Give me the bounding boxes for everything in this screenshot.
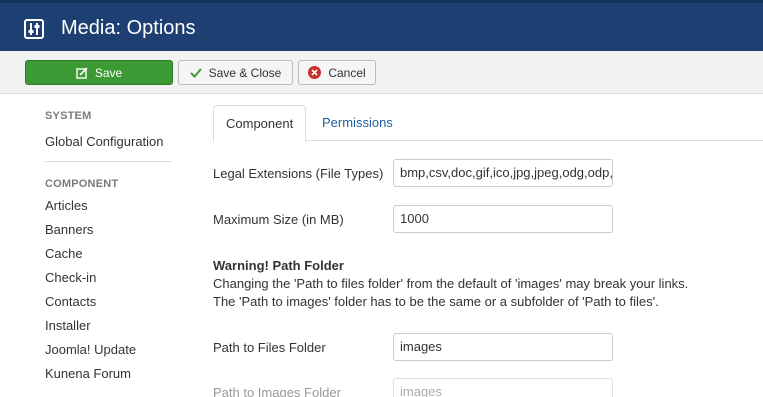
sidebar-item-banners[interactable]: Banners <box>45 218 175 242</box>
path-warning-title: Warning! Path Folder <box>213 258 344 273</box>
sidebar-item-kunena-forum[interactable]: Kunena Forum <box>45 362 175 386</box>
sidebar-heading-system: SYSTEM <box>45 110 92 122</box>
sidebar-item-joomla-update[interactable]: Joomla! Update <box>45 338 175 362</box>
sidebar-item-contacts[interactable]: Contacts <box>45 290 175 314</box>
path-to-files-label: Path to Files Folder <box>213 340 326 355</box>
path-to-images-label: Path to Images Folder <box>213 385 341 397</box>
sidebar-heading-component: COMPONENT <box>45 178 119 190</box>
cancel-button-label: Cancel <box>328 65 366 80</box>
app-header: Media: Options <box>0 0 763 51</box>
legal-extensions-label: Legal Extensions (File Types) <box>213 166 384 181</box>
settings-sliders-icon <box>24 19 44 39</box>
sidebar-item-articles[interactable]: Articles <box>45 194 175 218</box>
save-button[interactable]: Save <box>25 60 173 85</box>
sidebar-item-installer[interactable]: Installer <box>45 314 175 338</box>
toolbar: Save Save & Close Cancel <box>0 51 763 94</box>
edit-icon <box>76 66 88 79</box>
maximum-size-label: Maximum Size (in MB) <box>213 212 344 227</box>
cancel-icon <box>308 66 322 79</box>
path-warning-line-2: The 'Path to images' folder has to be th… <box>213 294 659 309</box>
save-button-label: Save <box>94 65 123 80</box>
sidebar-item-global-configuration[interactable]: Global Configuration <box>45 130 175 154</box>
cancel-button[interactable]: Cancel <box>298 60 376 85</box>
legal-extensions-input[interactable]: bmp,csv,doc,gif,ico,jpg,jpeg,odg,odp,ods… <box>393 159 613 187</box>
page-title: Media: Options <box>61 17 196 39</box>
tab-bar: Component Permissions <box>213 105 763 142</box>
path-to-images-input[interactable]: images <box>393 378 613 397</box>
sidebar-item-check-in[interactable]: Check-in <box>45 266 175 290</box>
save-close-button[interactable]: Save & Close <box>178 60 293 85</box>
save-close-button-label: Save & Close <box>208 65 282 80</box>
tab-permissions[interactable]: Permissions <box>310 105 405 141</box>
sidebar-item-cache[interactable]: Cache <box>45 242 175 266</box>
check-icon <box>189 67 202 79</box>
tab-component[interactable]: Component <box>213 105 307 142</box>
sidebar: SYSTEM Global Configuration COMPONENT Ar… <box>45 110 175 386</box>
path-warning-line-1: Changing the 'Path to files folder' from… <box>213 276 689 291</box>
maximum-size-input[interactable]: 1000 <box>393 205 613 233</box>
path-to-files-input[interactable]: images <box>393 333 613 361</box>
